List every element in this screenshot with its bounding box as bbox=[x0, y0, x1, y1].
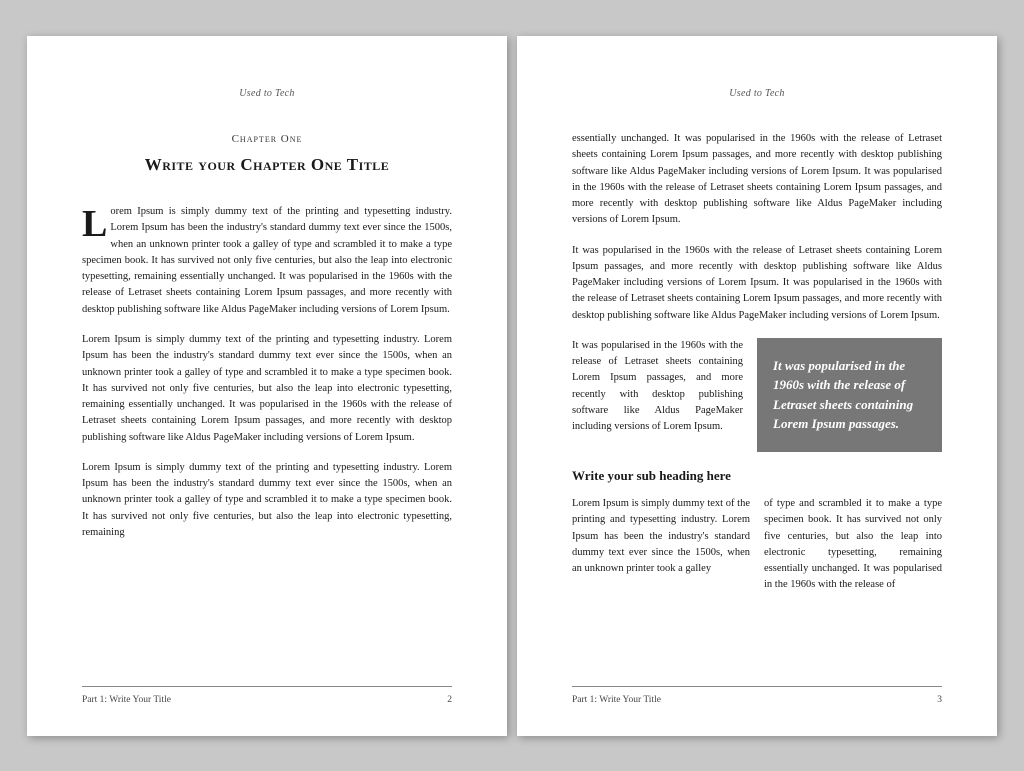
right-page-header: Used to Tech bbox=[572, 86, 942, 102]
two-col-left: Lorem Ipsum is simply dummy text of the … bbox=[572, 496, 750, 594]
two-col-section: Lorem Ipsum is simply dummy text of the … bbox=[572, 496, 942, 594]
two-col-right: of type and scrambled it to make a type … bbox=[764, 496, 942, 594]
drop-cap-para-text: orem Ipsum is simply dummy text of the p… bbox=[82, 206, 452, 315]
left-page-footer: Part 1: Write Your Title 2 bbox=[82, 686, 452, 708]
right-page-number: 3 bbox=[937, 693, 942, 708]
left-page-number: 2 bbox=[447, 693, 452, 708]
right-footer-text: Part 1: Write Your Title bbox=[572, 693, 661, 708]
right-page-footer: Part 1: Write Your Title 3 bbox=[572, 686, 942, 708]
sub-heading: Write your sub heading here bbox=[572, 466, 942, 486]
pull-quote: It was popularised in the 1960s with the… bbox=[757, 338, 942, 452]
right-page: Used to Tech essentially unchanged. It w… bbox=[517, 36, 997, 736]
drop-cap-paragraph: L orem Ipsum is simply dummy text of the… bbox=[82, 204, 452, 318]
right-para-1: essentially unchanged. It was popularise… bbox=[572, 131, 942, 229]
pull-quote-section: It was popularised in the 1960s with the… bbox=[572, 338, 942, 462]
chapter-title: Write your Chapter One Title bbox=[82, 154, 452, 176]
left-para-2: Lorem Ipsum is simply dummy text of the … bbox=[82, 332, 452, 446]
left-para-3: Lorem Ipsum is simply dummy text of the … bbox=[82, 460, 452, 541]
pages-container: Used to Tech Chapter One Write your Chap… bbox=[27, 36, 997, 736]
chapter-label: Chapter One bbox=[82, 131, 452, 148]
left-footer-text: Part 1: Write Your Title bbox=[82, 693, 171, 708]
left-page: Used to Tech Chapter One Write your Chap… bbox=[27, 36, 507, 736]
right-para-2: It was popularised in the 1960s with the… bbox=[572, 243, 942, 324]
left-page-header: Used to Tech bbox=[82, 86, 452, 102]
drop-cap-letter: L bbox=[82, 204, 110, 239]
